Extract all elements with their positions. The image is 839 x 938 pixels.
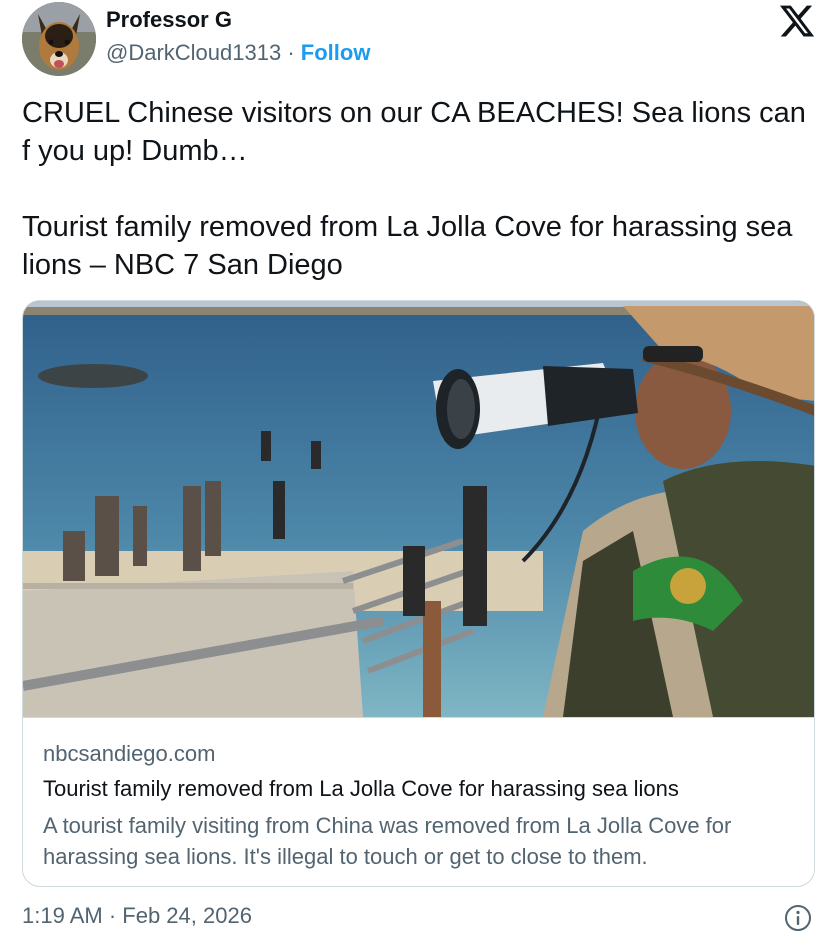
x-logo-icon[interactable] (778, 2, 816, 40)
tweet-text-line-2: Tourist family removed from La Jolla Cov… (22, 211, 793, 281)
card-title: Tourist family removed from La Jolla Cov… (43, 776, 679, 801)
tweet-text: CRUEL Chinese visitors on our CA BEACHES… (22, 94, 812, 284)
separator-dot: · (287, 40, 295, 65)
avatar[interactable] (22, 2, 96, 76)
card-photo-ranger-megaphone (23, 301, 814, 717)
card-domain: nbcsandiego.com (43, 741, 216, 766)
info-icon[interactable] (784, 904, 812, 932)
follow-button[interactable]: Follow (301, 40, 371, 65)
link-preview-card[interactable]: nbcsandiego.com Tourist family removed f… (22, 300, 815, 887)
author-handle[interactable]: @DarkCloud1313 (106, 40, 281, 65)
card-description: A tourist family visiting from China was… (43, 813, 732, 869)
tweet-timestamp[interactable]: 1:19 AM · Feb 24, 2026 (22, 903, 252, 929)
author-display-name[interactable]: Professor G (106, 7, 232, 33)
avatar-dog-image (22, 2, 96, 76)
card-divider (23, 717, 814, 718)
author-handle-row: @DarkCloud1313 · Follow (106, 40, 370, 66)
tweet-text-line-1: CRUEL Chinese visitors on our CA BEACHES… (22, 97, 806, 167)
